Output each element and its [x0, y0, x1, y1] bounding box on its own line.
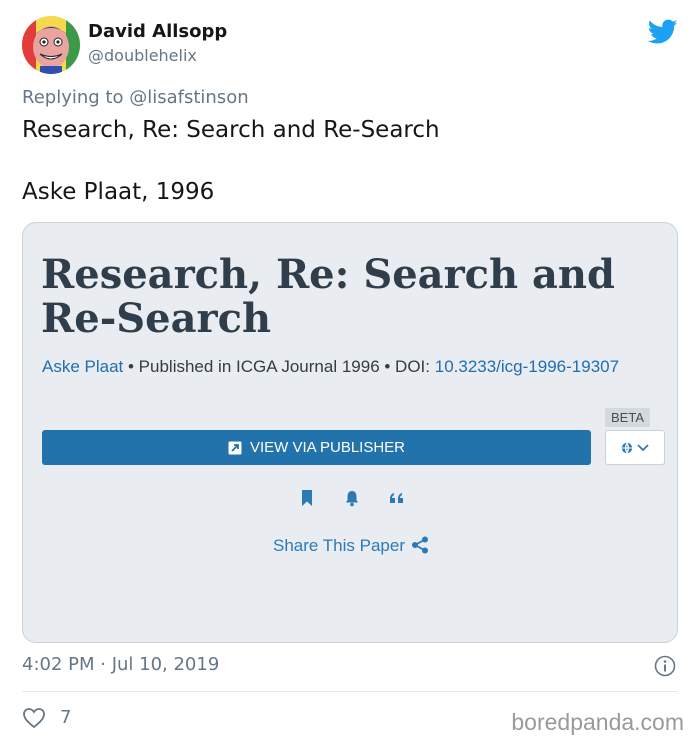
- author-handle[interactable]: @doublehelix: [88, 46, 197, 65]
- bookmark-icon[interactable]: [298, 489, 316, 507]
- paper-meta: Aske Plaat • Published in ICGA Journal 1…: [42, 357, 619, 377]
- author-name[interactable]: David Allsopp: [88, 21, 227, 42]
- reply-prefix: Replying to: [22, 87, 124, 108]
- reply-handle[interactable]: @lisafstinson: [129, 87, 248, 108]
- globe-icon: [621, 442, 633, 453]
- doi-link[interactable]: 10.3233/icg-1996-19307: [435, 357, 619, 376]
- tweet-header: David Allsopp @doublehelix: [22, 16, 682, 76]
- embedded-paper-card[interactable]: Research, Re: Search and Re-Search Aske …: [22, 222, 678, 643]
- paper-author-link[interactable]: Aske Plaat: [42, 357, 123, 376]
- reply-context: Replying to @lisafstinson: [22, 87, 249, 108]
- chevron-down-icon: [637, 443, 649, 451]
- share-icon: [411, 536, 428, 554]
- tweet-text-line-2: Aske Plaat, 1996: [22, 179, 215, 205]
- quote-icon[interactable]: [388, 489, 406, 507]
- share-this-paper-link[interactable]: Share This Paper: [23, 536, 679, 556]
- share-label: Share This Paper: [273, 536, 405, 555]
- view-via-publisher-button[interactable]: VIEW VIA PUBLISHER: [42, 430, 591, 465]
- avatar[interactable]: [22, 16, 80, 74]
- tweet-text-line-1: Research, Re: Search and Re-Search: [22, 117, 440, 143]
- paper-publication-info: • Published in ICGA Journal 1996 • DOI:: [123, 357, 435, 376]
- tweet-timestamp[interactable]: 4:02 PM · Jul 10, 2019: [22, 654, 219, 675]
- external-link-icon: [228, 441, 242, 454]
- paper-actions: [23, 489, 679, 509]
- divider: [22, 691, 678, 692]
- like-count: 7: [60, 707, 72, 728]
- language-dropdown[interactable]: [605, 430, 665, 465]
- beta-badge: BETA: [605, 408, 650, 427]
- view-via-publisher-label: VIEW VIA PUBLISHER: [249, 439, 406, 456]
- watermark: boredpanda.com: [511, 709, 684, 735]
- twitter-bird-icon[interactable]: [648, 19, 678, 45]
- bell-icon[interactable]: [343, 489, 361, 507]
- paper-title: Research, Re: Search and Re-Search: [41, 251, 615, 342]
- heart-icon[interactable]: [22, 707, 46, 729]
- info-icon[interactable]: [654, 655, 676, 677]
